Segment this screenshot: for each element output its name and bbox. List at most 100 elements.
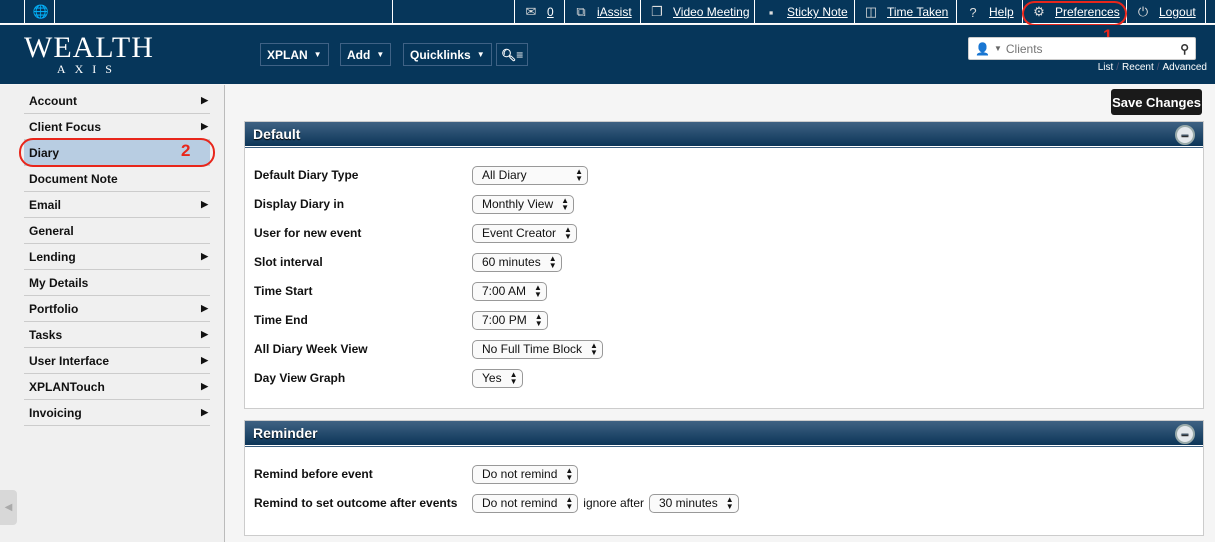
setting-row: Remind before event Do not remind ▲ ▼ [254, 464, 579, 484]
top-bar-spacer [54, 0, 392, 24]
save-changes-button[interactable]: Save Changes [1111, 89, 1202, 115]
sidebar-item-portfolio[interactable]: Portfolio ▶ [24, 296, 210, 322]
display-diary-in-select[interactable]: Monthly View ▲ ▼ [472, 194, 575, 214]
help-link[interactable]: ? Help [956, 0, 1022, 24]
annotation-2: 2 [181, 141, 191, 160]
sidebar-item-label: Portfolio [29, 301, 79, 316]
select-value: Event Creator [482, 226, 557, 240]
select-value: Yes [482, 371, 502, 385]
client-search[interactable]: 👤▼ ⚲ [968, 37, 1196, 60]
sidebar-item-account[interactable]: Account ▶ [24, 88, 210, 114]
mail-icon: ✉ [525, 4, 537, 19]
iassist-label[interactable]: iAssist [597, 5, 632, 19]
select-value: 60 minutes [482, 255, 541, 269]
up-down-arrows-icon: ▲ ▼ [561, 196, 570, 212]
sidebar: Account ▶ Client Focus ▶ Diary 2 Document Note… [0, 85, 225, 542]
time-start-select[interactable]: 7:00 AM ▲ ▼ [472, 281, 547, 301]
time-taken-link[interactable]: ◫ Time Taken [854, 0, 956, 24]
chevron-right-icon: ▶ [201, 355, 208, 365]
select-value: Do not remind [482, 467, 558, 481]
sidebar-item-lending[interactable]: Lending ▶ [24, 244, 210, 270]
sidebar-item-invoicing[interactable]: Invoicing ▶ [24, 400, 210, 426]
select-value: 7:00 AM [482, 284, 527, 298]
collapse-panel-icon[interactable]: − [1175, 424, 1195, 444]
setting-label: Day View Graph [254, 371, 346, 385]
sidebar-item-label: Account [29, 93, 77, 108]
sidebar-item-label: General [29, 223, 74, 238]
caret-down-icon: ▼ [476, 50, 485, 59]
up-down-arrows-icon: ▲ ▼ [565, 466, 574, 482]
sidebar-item-my-details[interactable]: My Details [24, 270, 210, 296]
setting-label: Time Start [254, 284, 313, 298]
add-label: Add [347, 47, 371, 62]
remind-to-set-outcome-after-events-select[interactable]: Do not remind ▲ ▼ [472, 493, 579, 513]
collapse-sidebar-button[interactable]: ◀ [0, 490, 17, 525]
logout-link[interactable]: ⏻ Logout [1126, 0, 1206, 24]
sidebar-item-label: Email [29, 197, 62, 212]
video-meeting-link[interactable]: ❐ Video Meeting [640, 0, 754, 24]
search-list-button[interactable]: 🔍︎≡ [496, 43, 529, 66]
chevron-right-icon: ▶ [201, 381, 208, 391]
xplan-menu[interactable]: XPLAN ▼ [260, 43, 329, 66]
search-icon[interactable]: ⚲ [1180, 42, 1189, 56]
xplan-label: XPLAN [267, 47, 308, 62]
iassist-link[interactable]: ⧉ iAssist [564, 0, 640, 24]
list-link[interactable]: List [1098, 62, 1114, 73]
sidebar-item-user-interface[interactable]: User Interface ▶ [24, 348, 210, 374]
sidebar-item-general[interactable]: General [24, 218, 210, 244]
reminder-panel-title: Reminder [253, 425, 318, 441]
logo[interactable]: WEALTH AXIS [24, 33, 154, 77]
add-menu[interactable]: Add ▼ [340, 43, 392, 66]
messages-link[interactable]: ✉ 0 [514, 0, 564, 24]
sidebar-item-label: XPLANTouch [29, 379, 105, 394]
messages-count[interactable]: 0 [547, 5, 554, 19]
sticky-note-link[interactable]: ▪ Sticky Note [754, 0, 854, 24]
setting-label: Remind to set outcome after events [254, 496, 458, 510]
quicklinks-menu[interactable]: Quicklinks ▼ [403, 43, 492, 66]
video-meeting-label[interactable]: Video Meeting [673, 5, 750, 19]
sticky-note-icon: ▪ [768, 4, 774, 20]
collapse-panel-icon[interactable]: − [1175, 125, 1195, 145]
slot-interval-select[interactable]: 60 minutes ▲ ▼ [472, 252, 562, 272]
setting-label: Time End [254, 313, 308, 327]
sidebar-item-tasks[interactable]: Tasks ▶ [24, 322, 210, 348]
setting-label: Remind before event [254, 467, 373, 481]
all-diary-week-view-select[interactable]: No Full Time Block ▲ ▼ [472, 339, 603, 359]
setting-row: All Diary Week View No Full Time Block ▲ ▼ [254, 339, 603, 359]
up-down-arrows-icon: ▲ ▼ [509, 370, 518, 386]
help-label[interactable]: Help [989, 5, 1014, 19]
up-down-arrows-icon: ▲ ▼ [564, 225, 572, 241]
advanced-link[interactable]: Advanced [1163, 62, 1207, 73]
ignore-after-select[interactable]: 30 minutes ▲ ▼ [649, 493, 739, 513]
clients-search-input[interactable] [1005, 41, 1177, 56]
default-diary-type-select[interactable]: All Diary ▲ ▼ [472, 165, 588, 185]
recent-link[interactable]: Recent [1122, 62, 1154, 73]
up-down-arrows-icon: ▲ ▼ [575, 167, 583, 183]
time-taken-label[interactable]: Time Taken [887, 5, 948, 19]
select-value: Monthly View [482, 197, 554, 211]
time-end-select[interactable]: 7:00 PM ▲ ▼ [472, 310, 548, 330]
sidebar-item-email[interactable]: Email ▶ [24, 192, 210, 218]
sidebar-item-client-focus[interactable]: Client Focus ▶ [24, 114, 210, 140]
chevron-right-icon: ▶ [201, 95, 208, 105]
setting-label: All Diary Week View [254, 342, 368, 356]
sticky-note-label[interactable]: Sticky Note [787, 5, 848, 19]
remind-before-event-select[interactable]: Do not remind ▲ ▼ [472, 464, 579, 484]
setting-row: Slot interval 60 minutes ▲ ▼ [254, 252, 562, 272]
user-for-new-event-select[interactable]: Event Creator ▲ ▼ [472, 223, 577, 243]
sidebar-item-label: My Details [29, 275, 89, 290]
logout-label[interactable]: Logout [1159, 5, 1196, 19]
top-bar-spacer [392, 0, 514, 24]
sidebar-item-document-note[interactable]: Document Note [24, 166, 210, 192]
reminder-panel: Reminder − Remind before event Do not remi… [244, 420, 1204, 536]
setting-row: Display Diary in Monthly View ▲ ▼ [254, 194, 575, 214]
sidebar-item-xplantouch[interactable]: XPLANTouch ▶ [24, 374, 210, 400]
annotation-ring-1 [1022, 1, 1127, 26]
setting-label: Display Diary in [254, 197, 345, 211]
globe-button[interactable]: 🌐 [24, 0, 54, 24]
sidebar-item-label: Tasks [29, 327, 63, 342]
up-down-arrows-icon: ▲ ▼ [534, 312, 543, 328]
day-view-graph-select[interactable]: Yes ▲ ▼ [472, 368, 523, 388]
select-value: No Full Time Block [482, 342, 583, 356]
caret-down-icon: ▼ [993, 44, 1002, 53]
